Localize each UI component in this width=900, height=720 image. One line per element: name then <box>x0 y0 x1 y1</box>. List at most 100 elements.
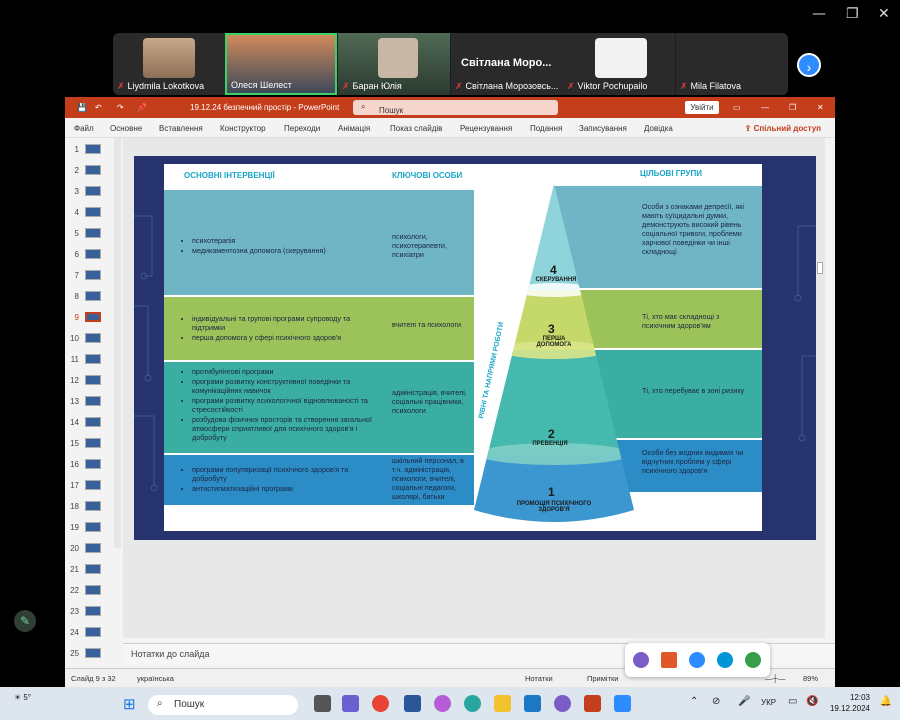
canvas-scrollbar-thumb[interactable] <box>817 262 823 274</box>
slide-thumbnail[interactable]: 1 <box>69 143 119 158</box>
powerpoint-icon[interactable] <box>584 695 601 712</box>
weather-widget[interactable]: ☀ 5° <box>14 693 31 702</box>
word-icon[interactable] <box>404 695 421 712</box>
participant-tile[interactable]: ✗ Viktor Pochupailo <box>563 33 675 95</box>
thumb-scrollbar[interactable] <box>114 138 121 548</box>
tab-help[interactable]: Довідка <box>644 124 673 133</box>
zoom-icon[interactable] <box>614 695 631 712</box>
slide-thumbnail[interactable]: 15 <box>69 437 119 452</box>
participant-tile-active[interactable]: Олеся Шелест <box>225 33 337 95</box>
pin-icon[interactable]: 📌 <box>137 103 147 112</box>
participant-tile[interactable]: ✗ Mila Filatova <box>676 33 788 95</box>
signin-button[interactable]: Увійти <box>685 101 719 114</box>
tab-slideshow[interactable]: Показ слайдів <box>390 124 442 133</box>
security-icon[interactable] <box>745 652 761 668</box>
annotate-icon[interactable]: ✎ <box>14 610 36 632</box>
tab-home[interactable]: Основне <box>110 124 142 133</box>
slide-thumbnail[interactable]: 11 <box>69 353 119 368</box>
redo-icon[interactable]: ↷ <box>117 103 124 112</box>
slide-thumbnail[interactable]: 5 <box>69 227 119 242</box>
participant-tile[interactable]: Світлана Моро... ✗ Світлана Морозовсь... <box>451 33 563 95</box>
viber-icon[interactable] <box>633 652 649 668</box>
microphone-icon[interactable]: 🎤 <box>738 696 750 707</box>
ppt-search-input[interactable]: ⌕ Пошук <box>353 100 558 115</box>
slide-thumbnail[interactable]: 18 <box>69 500 119 515</box>
tab-review[interactable]: Рецензування <box>460 124 512 133</box>
viber-icon[interactable] <box>554 695 571 712</box>
maximize-icon[interactable]: ❐ <box>846 6 859 22</box>
zoom-level[interactable]: 89% <box>803 674 818 683</box>
office-icon[interactable] <box>661 652 677 668</box>
hp-icon[interactable] <box>717 652 733 668</box>
slide-thumbnail[interactable]: 2 <box>69 164 119 179</box>
slide-thumbnail[interactable]: 23 <box>69 605 119 620</box>
slide-preview <box>85 312 101 322</box>
participant-tile[interactable]: ✗ Баран Юлія <box>338 33 450 95</box>
share-button[interactable]: ⇪ Спільний доступ <box>745 124 821 133</box>
slide-thumbnail[interactable]: 10 <box>69 332 119 347</box>
participant-name: Баран Юлія <box>352 81 402 91</box>
slide-thumbnail[interactable]: 20 <box>69 542 119 557</box>
store-icon[interactable] <box>524 695 541 712</box>
intervention-item: психотерапія <box>192 236 354 245</box>
windows-start-icon[interactable]: ⊞ <box>123 695 136 713</box>
slide-thumbnail[interactable]: 12 <box>69 374 119 389</box>
slide-thumbnail[interactable]: 17 <box>69 479 119 494</box>
slide-thumbnail[interactable]: 13 <box>69 395 119 410</box>
copilot-icon[interactable] <box>434 695 451 712</box>
undo-icon[interactable]: ↶ <box>95 103 102 112</box>
tab-file[interactable]: Файл <box>74 124 94 133</box>
file-explorer-icon[interactable] <box>494 695 511 712</box>
close-icon[interactable]: ✕ <box>817 103 824 112</box>
chrome-icon[interactable] <box>372 695 389 712</box>
restore-icon[interactable]: ❐ <box>789 103 796 112</box>
tab-insert[interactable]: Вставлення <box>159 124 203 133</box>
save-icon[interactable]: 💾 <box>77 103 87 112</box>
slide-thumbnail[interactable]: 3 <box>69 185 119 200</box>
slide-number: 22 <box>70 586 79 595</box>
slide-thumbnail[interactable]: 25 <box>69 647 119 662</box>
tab-transitions[interactable]: Переходи <box>284 124 320 133</box>
weather-temp: 5° <box>23 693 32 702</box>
participant-tile[interactable]: ✗ Liydmila Lokotkova <box>113 33 225 95</box>
language-indicator[interactable]: УКР <box>761 698 776 707</box>
taskbar-search-placeholder: Пошук <box>174 699 205 710</box>
notes-toggle[interactable]: Нотатки <box>525 674 553 683</box>
minimize-icon[interactable]: — <box>761 103 769 112</box>
slide-thumbnail[interactable]: 9 <box>69 311 119 326</box>
minimize-icon[interactable]: — <box>812 6 826 22</box>
tab-record[interactable]: Записування <box>579 124 627 133</box>
slide-thumbnail[interactable]: 14 <box>69 416 119 431</box>
slide-number: 20 <box>70 544 79 553</box>
tab-design[interactable]: Конструктор <box>220 124 266 133</box>
notifications-icon[interactable]: 🔔 <box>880 696 892 707</box>
volume-icon[interactable]: 🔇 <box>806 696 818 707</box>
display-icon[interactable]: ▭ <box>788 696 797 707</box>
close-icon[interactable]: ✕ <box>878 6 890 22</box>
task-view-icon[interactable] <box>314 695 331 712</box>
slide-thumbnail[interactable]: 4 <box>69 206 119 221</box>
teams-icon[interactable] <box>342 695 359 712</box>
tray-chevron-icon[interactable]: ⌃ <box>690 696 698 707</box>
tab-view[interactable]: Подання <box>530 124 562 133</box>
slide-thumbnail[interactable]: 24 <box>69 626 119 641</box>
edge-icon[interactable] <box>464 695 481 712</box>
slide-number: 1 <box>74 145 79 154</box>
slide-thumbnail[interactable]: 16 <box>69 458 119 473</box>
clock[interactable]: 12:03 19.12.2024 <box>830 692 870 714</box>
ribbon-display-icon[interactable]: ▭ <box>733 103 741 112</box>
tab-animation[interactable]: Анімація <box>338 124 370 133</box>
slide-thumbnail[interactable]: 8 <box>69 290 119 305</box>
slide-thumbnail[interactable]: 22 <box>69 584 119 599</box>
slide-thumbnail[interactable]: 7 <box>69 269 119 284</box>
network-icon[interactable]: ⊘ <box>712 696 720 707</box>
zoom-icon[interactable] <box>689 652 705 668</box>
comments-toggle[interactable]: Примітки <box>587 674 618 683</box>
slide-thumbnail[interactable]: 6 <box>69 248 119 263</box>
slide-thumbnail[interactable]: 21 <box>69 563 119 578</box>
slide-preview <box>85 291 101 301</box>
language-indicator[interactable]: українська <box>137 674 174 683</box>
chevron-right-icon[interactable]: › <box>797 53 821 77</box>
taskbar-search[interactable]: ⌕ Пошук <box>148 695 298 715</box>
slide-thumbnail[interactable]: 19 <box>69 521 119 536</box>
